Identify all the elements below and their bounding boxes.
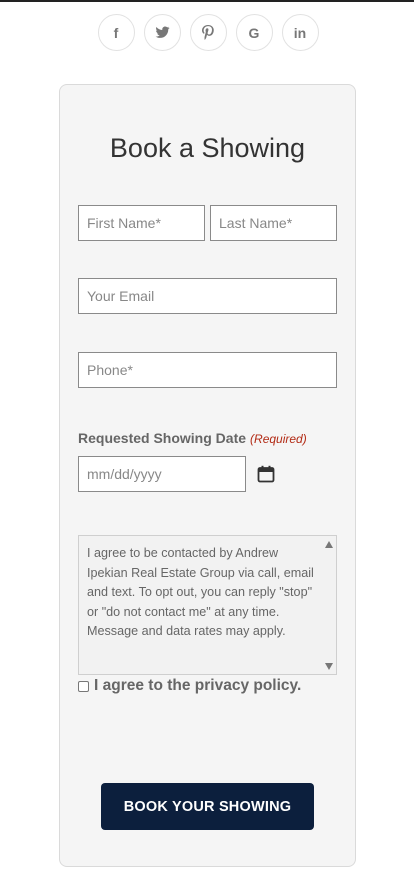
pinterest-icon[interactable] — [189, 14, 227, 51]
privacy-label[interactable]: I agree to the privacy policy. — [94, 677, 301, 695]
date-label-text: Requested Showing Date — [78, 430, 247, 446]
consent-textarea[interactable]: I agree to be contacted by Andrew Ipekia… — [78, 535, 337, 675]
required-indicator: (Required) — [250, 432, 307, 446]
privacy-row: I agree to the privacy policy. — [78, 677, 301, 695]
date-input[interactable]: mm/dd/yyyy — [78, 456, 246, 492]
facebook-icon[interactable]: f — [97, 14, 135, 51]
scroll-down-icon[interactable] — [325, 663, 333, 670]
consent-scrollbar[interactable] — [322, 536, 336, 674]
linkedin-glyph: in — [293, 24, 307, 41]
consent-text: I agree to be contacted by Andrew Ipekia… — [87, 546, 314, 639]
calendar-icon[interactable] — [257, 465, 275, 483]
booking-form: Book a Showing First Name* Last Name* Yo… — [59, 84, 356, 867]
privacy-checkbox[interactable] — [78, 680, 89, 692]
date-label: Requested Showing Date (Required) — [78, 430, 307, 446]
google-glyph: G — [248, 24, 260, 41]
twitter-icon[interactable] — [143, 14, 181, 51]
last-name-input[interactable]: Last Name* — [210, 205, 337, 241]
top-divider — [0, 0, 414, 2]
first-name-input[interactable]: First Name* — [78, 205, 205, 241]
book-showing-button[interactable]: BOOK YOUR SHOWING — [101, 783, 314, 830]
phone-input[interactable]: Phone* — [78, 352, 337, 388]
scroll-up-icon[interactable] — [325, 541, 333, 548]
linkedin-icon[interactable]: in — [281, 14, 319, 51]
email-input[interactable]: Your Email — [78, 278, 337, 314]
facebook-glyph: f — [113, 24, 119, 41]
google-icon[interactable]: G — [235, 14, 273, 51]
social-links: f G in — [0, 14, 414, 51]
form-title: Book a Showing — [109, 133, 306, 163]
